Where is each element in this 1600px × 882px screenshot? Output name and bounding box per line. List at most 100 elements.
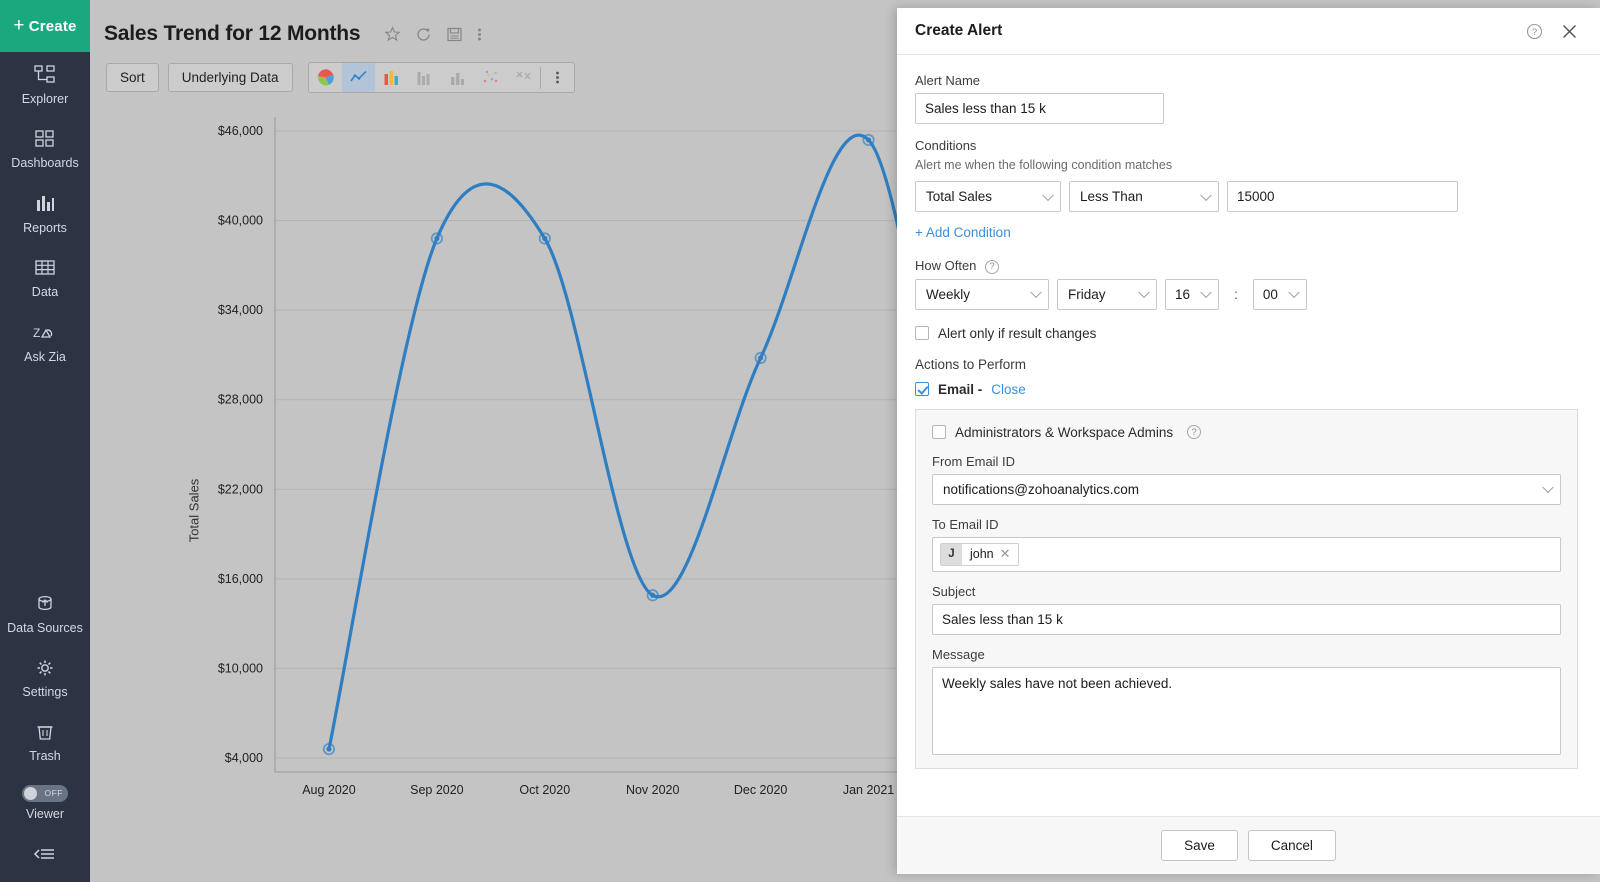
create-alert-footer: Save Cancel xyxy=(897,816,1600,874)
from-email-value: notifications@zohoanalytics.com xyxy=(943,482,1139,497)
left-sidebar: + Create Explorer Dashboards Reports xyxy=(0,0,90,882)
column-chart-icon[interactable] xyxy=(441,63,474,92)
horizontal-bar-chart-icon[interactable] xyxy=(408,63,441,92)
time-separator: : xyxy=(1234,286,1238,302)
scatter-chart-icon[interactable] xyxy=(474,63,507,92)
hour-select[interactable]: 16 xyxy=(1165,279,1219,310)
refresh-icon[interactable] xyxy=(415,26,432,43)
viewer-toggle-switch[interactable]: OFF xyxy=(22,785,68,802)
sidebar-item-settings[interactable]: Settings xyxy=(0,645,90,709)
explorer-icon xyxy=(34,63,56,87)
reports-icon xyxy=(34,192,56,216)
help-icon[interactable]: ? xyxy=(1526,23,1543,40)
sidebar-item-label: Dashboards xyxy=(11,156,78,170)
chart-type-switcher xyxy=(308,62,575,93)
condition-field-value: Total Sales xyxy=(926,189,992,204)
alert-name-label: Alert Name xyxy=(915,73,1578,88)
remove-recipient-icon[interactable]: ✕ xyxy=(1000,546,1018,562)
sidebar-item-label: Data xyxy=(32,285,58,299)
collapse-sidebar-button[interactable] xyxy=(0,831,90,882)
day-select[interactable]: Friday xyxy=(1057,279,1157,310)
help-icon[interactable]: ? xyxy=(1187,425,1201,439)
line-chart-icon[interactable] xyxy=(342,63,375,92)
sort-button[interactable]: Sort xyxy=(106,63,159,92)
collapse-sidebar-icon xyxy=(33,842,57,866)
close-icon[interactable] xyxy=(1561,23,1578,40)
add-condition-link[interactable]: + Add Condition xyxy=(915,225,1011,240)
sidebar-item-label: Settings xyxy=(22,685,67,699)
avatar: J xyxy=(941,544,962,565)
data-sources-icon xyxy=(34,592,56,616)
sidebar-item-ask-zia[interactable]: Z Ask Zia xyxy=(0,310,90,374)
report-header-icons xyxy=(384,26,482,43)
subject-input[interactable] xyxy=(932,604,1561,635)
sidebar-item-explorer[interactable]: Explorer xyxy=(0,52,90,116)
dashboards-icon xyxy=(34,127,56,151)
condition-value-input[interactable] xyxy=(1227,181,1458,212)
viewer-toggle-state: OFF xyxy=(45,788,64,798)
svg-text:Aug 2020: Aug 2020 xyxy=(302,783,356,797)
actions-to-perform-label: Actions to Perform xyxy=(915,357,1578,372)
email-action-checkbox[interactable] xyxy=(915,382,929,396)
panel-title: Create Alert xyxy=(915,22,1508,40)
condition-operator-select[interactable]: Less Than xyxy=(1069,181,1219,212)
viewer-toggle[interactable]: OFF Viewer xyxy=(0,774,90,831)
cancel-button[interactable]: Cancel xyxy=(1248,830,1336,861)
alert-only-if-changes-checkbox[interactable] xyxy=(915,326,929,340)
recipient-name: john xyxy=(962,547,1000,561)
alert-only-if-changes-row[interactable]: Alert only if result changes xyxy=(915,326,1578,341)
email-action-label: Email - xyxy=(938,382,982,397)
message-label: Message xyxy=(932,647,1561,662)
save-icon[interactable] xyxy=(446,26,463,43)
sidebar-item-dashboards[interactable]: Dashboards xyxy=(0,116,90,180)
sidebar-item-label: Data Sources xyxy=(7,621,83,635)
subject-label: Subject xyxy=(932,584,1561,599)
message-textarea[interactable]: Weekly sales have not been achieved. xyxy=(932,667,1561,755)
sidebar-item-reports[interactable]: Reports xyxy=(0,181,90,245)
svg-text:Jan 2021: Jan 2021 xyxy=(843,783,894,797)
condition-field-select[interactable]: Total Sales xyxy=(915,181,1061,212)
chevron-down-icon xyxy=(1030,287,1041,298)
how-often-text: How Often xyxy=(915,258,976,273)
more-chart-options-icon[interactable] xyxy=(541,63,574,92)
trash-icon xyxy=(34,720,56,744)
star-icon[interactable] xyxy=(384,26,401,43)
gear-icon xyxy=(34,656,56,680)
web-chart-icon[interactable] xyxy=(507,63,540,92)
svg-text:$16,000: $16,000 xyxy=(218,572,263,586)
to-email-input[interactable]: J john ✕ xyxy=(932,537,1561,572)
conditions-label: Conditions xyxy=(915,138,1578,153)
save-button[interactable]: Save xyxy=(1161,830,1238,861)
email-close-link[interactable]: Close xyxy=(991,382,1026,397)
sidebar-item-trash[interactable]: Trash xyxy=(0,709,90,773)
create-alert-panel: Create Alert ? Alert Name Conditions Ale… xyxy=(897,8,1600,874)
chevron-down-icon xyxy=(1042,189,1053,200)
sidebar-item-data[interactable]: Data xyxy=(0,245,90,309)
bar-chart-icon[interactable] xyxy=(375,63,408,92)
hour-value: 16 xyxy=(1175,287,1190,302)
admins-row[interactable]: Administrators & Workspace Admins ? xyxy=(932,425,1561,440)
help-icon[interactable]: ? xyxy=(985,260,999,274)
frequency-select[interactable]: Weekly xyxy=(915,279,1049,310)
more-options-icon[interactable] xyxy=(477,26,482,43)
underlying-data-button[interactable]: Underlying Data xyxy=(168,63,293,92)
svg-text:$28,000: $28,000 xyxy=(218,393,263,407)
minute-select[interactable]: 00 xyxy=(1253,279,1307,310)
how-often-label: How Often ? xyxy=(915,258,1578,274)
create-alert-body: Alert Name Conditions Alert me when the … xyxy=(897,55,1600,816)
day-value: Friday xyxy=(1068,287,1106,302)
admins-checkbox[interactable] xyxy=(932,425,946,439)
create-button[interactable]: + Create xyxy=(0,0,90,52)
from-email-select[interactable]: notifications@zohoanalytics.com xyxy=(932,474,1561,505)
ask-zia-icon: Z xyxy=(32,321,58,345)
pie-chart-icon[interactable] xyxy=(309,63,342,92)
svg-text:$4,000: $4,000 xyxy=(225,751,263,765)
how-often-row: Weekly Friday 16 : 00 xyxy=(915,279,1578,310)
chevron-down-icon xyxy=(1200,287,1211,298)
svg-text:$46,000: $46,000 xyxy=(218,124,263,138)
sidebar-item-data-sources[interactable]: Data Sources xyxy=(0,581,90,645)
from-email-label: From Email ID xyxy=(932,454,1561,469)
alert-name-input[interactable] xyxy=(915,93,1164,124)
svg-text:Oct 2020: Oct 2020 xyxy=(519,783,570,797)
sidebar-item-label: Reports xyxy=(23,221,67,235)
